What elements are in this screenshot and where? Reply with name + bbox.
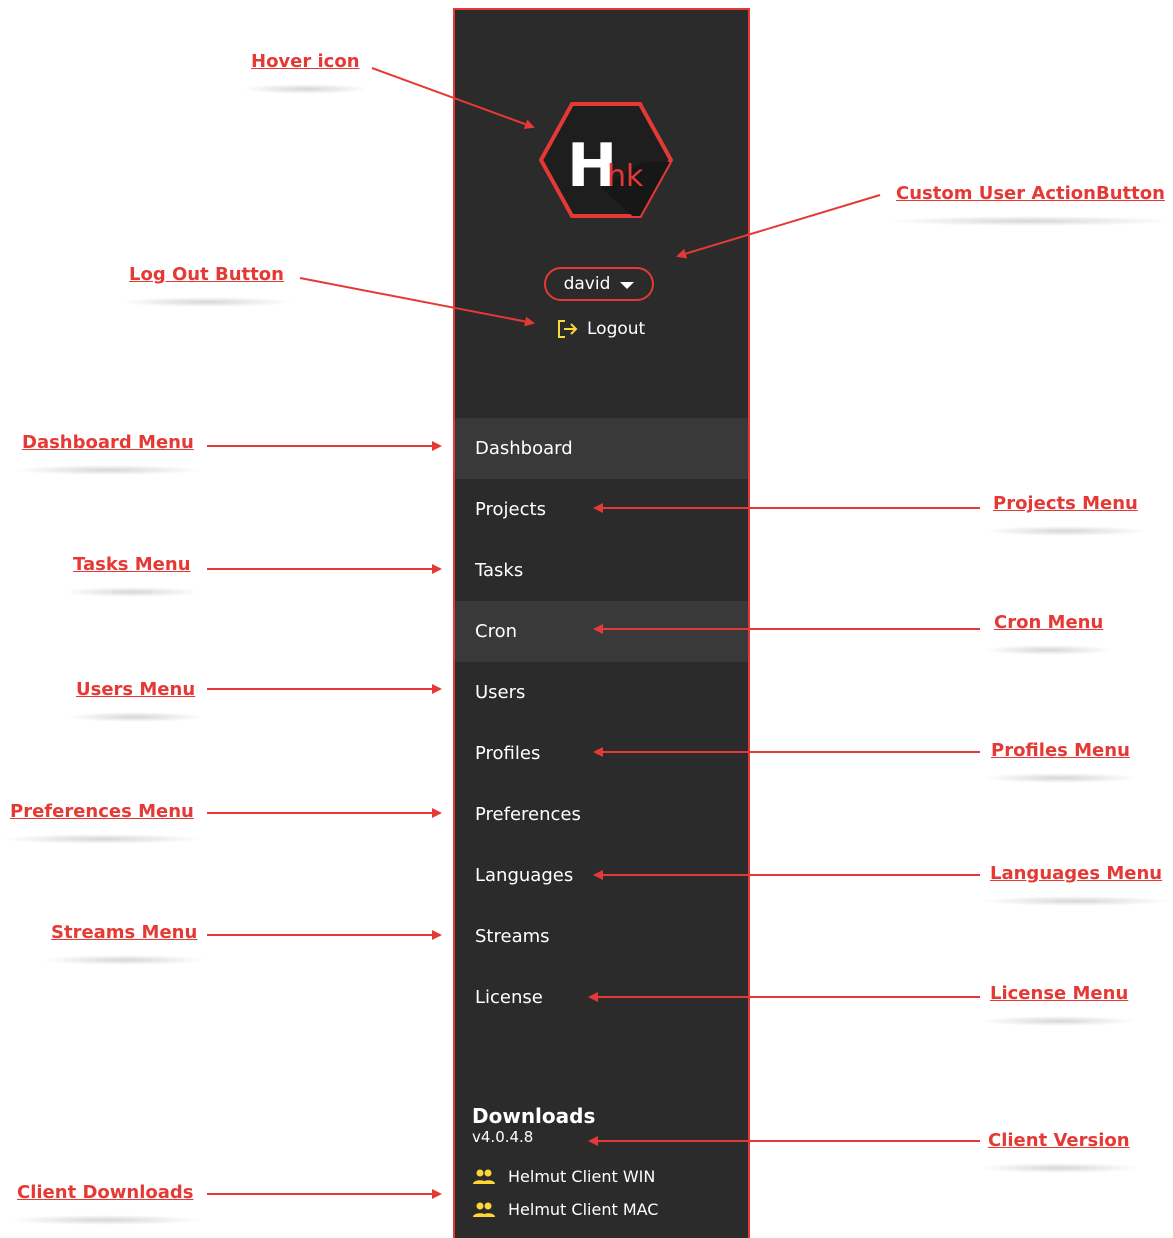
arrow-custom-user-action: [676, 194, 881, 259]
annotation-client-version: Client Version: [978, 1130, 1140, 1173]
annotation-profiles-menu: Profiles Menu: [981, 740, 1140, 783]
annotation-languages-menu: Languages Menu: [979, 863, 1173, 906]
annotation-projects-menu: Projects Menu: [983, 493, 1148, 536]
annotation-preferences-menu: Preferences Menu: [0, 801, 204, 844]
annotation-streams-menu: Streams Menu: [40, 922, 208, 965]
annotation-custom-user-action: Custom User ActionButton: [886, 183, 1173, 226]
annotation-log-out-button: Log Out Button: [119, 264, 294, 307]
annotation-users-menu: Users Menu: [65, 679, 206, 722]
annotation-hover-icon: Hover icon: [241, 51, 370, 94]
annotation-tasks-menu: Tasks Menu: [63, 554, 201, 597]
annotation-license-menu: License Menu: [979, 983, 1139, 1026]
annotation-dashboard-menu: Dashboard Menu: [12, 432, 204, 475]
annotation-client-downloads: Client Downloads: [6, 1182, 204, 1225]
annotation-cron-menu: Cron Menu: [983, 612, 1114, 655]
arrow-hover-icon: [371, 67, 535, 129]
arrow-log-out-button: [299, 277, 535, 327]
